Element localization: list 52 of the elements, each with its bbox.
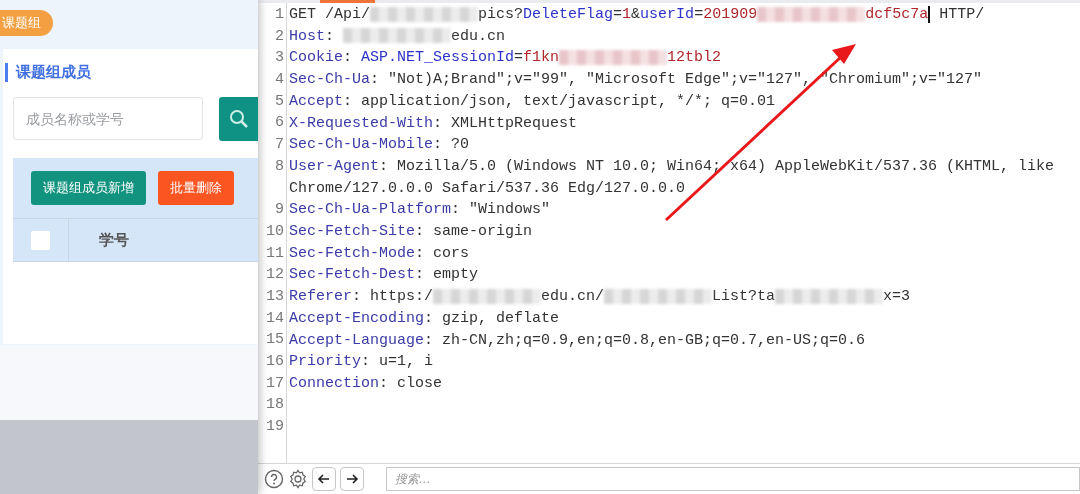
code-line: GET /Api/ pics?DeleteFlag=1&userId=201909 dcf5c7a HTTP/ <box>289 4 986 25</box>
line-number: 18 <box>266 395 285 416</box>
code-line: Cookie: ASP.NET_SessionId=f1kn 12tbl2 <box>289 48 723 69</box>
line-number: 1 <box>275 5 285 25</box>
line-number: 5 <box>275 91 285 112</box>
left-arrow-icon <box>317 472 331 486</box>
settings-icon[interactable] <box>288 469 308 489</box>
batch-delete-button[interactable]: 批量删除 <box>158 171 234 205</box>
line-number: 3 <box>275 48 285 69</box>
code-line: User-Agent: Mozilla/5.0 (Windows NT 10.0; Win64; x64) AppleWebKit/537.36 (KHTML, like Chrome/127.0.0.0 Safari/537.36 Edg/127.0.0.0 <box>289 156 1056 199</box>
code-line: Sec-Fetch-Dest: empty <box>289 265 480 286</box>
line-number: 15 <box>266 330 285 351</box>
line-number: 19 <box>266 417 285 438</box>
code-line: Accept-Language: zh-CN,zh;q=0.9,en;q=0.8,en-GB;q=0.7,en-US;q=0.6 <box>289 330 867 351</box>
line-number: 13 <box>266 286 285 307</box>
back-button[interactable] <box>312 467 336 491</box>
line-number: 12 <box>266 265 285 286</box>
search-button[interactable] <box>219 97 258 141</box>
help-icon[interactable] <box>264 469 284 489</box>
line-number: 11 <box>266 243 285 264</box>
line-number: 2 <box>275 26 285 47</box>
code-line: Referer: https:/ edu.cn/ List?ta x=3 <box>289 287 912 308</box>
forward-button[interactable] <box>340 467 364 491</box>
add-member-button[interactable]: 课题组成员新增 <box>31 171 146 205</box>
line-number: 6 <box>275 113 285 134</box>
find-field[interactable]: 搜索... <box>386 467 1080 491</box>
code-line: Accept-Encoding: gzip, deflate <box>289 308 561 329</box>
select-all-checkbox[interactable] <box>31 230 50 250</box>
group-tag[interactable]: 课题组 <box>0 10 53 36</box>
line-number: 10 <box>266 221 285 242</box>
search-icon <box>228 109 249 129</box>
line-number: 14 <box>266 308 285 329</box>
line-number: 16 <box>266 352 285 372</box>
line-number: 8 <box>275 156 285 177</box>
code-line: Sec-Ch-Ua-Mobile: ?0 <box>289 135 471 156</box>
line-number: 7 <box>275 135 285 156</box>
search-field[interactable]: 成员名称或学号 <box>13 97 203 140</box>
code-line: Sec-Fetch-Mode: cors <box>289 243 471 264</box>
code-line: Priority: u=1, i <box>289 352 435 373</box>
code-line: Sec-Fetch-Site: same-origin <box>289 222 534 243</box>
line-number: 17 <box>266 373 285 394</box>
code-line: Connection: close <box>289 373 444 394</box>
code-line: X-Requested-With: XMLHttpRequest <box>289 113 579 134</box>
line-number: 9 <box>275 200 285 221</box>
code-line: Accept: application/json, text/javascript, */*; q=0.01 <box>289 91 777 112</box>
code-line: Sec-Ch-Ua: "Not)A;Brand";v="99", "Microsoft Edge";v="127", "Chromium";v="127" <box>289 70 984 91</box>
code-line: Sec-Ch-Ua-Platform: "Windows" <box>289 200 552 221</box>
line-number: 4 <box>275 70 285 91</box>
active-tab-indicator <box>320 0 375 3</box>
code-line: Host: edu.cn <box>289 26 507 47</box>
right-arrow-icon <box>345 472 359 486</box>
column-header: 学号 <box>98 230 129 250</box>
